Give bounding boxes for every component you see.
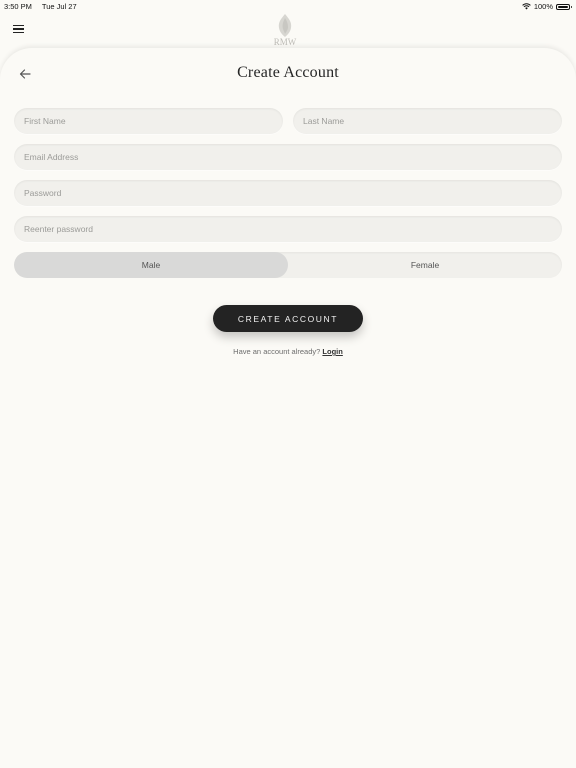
menu-button[interactable]	[13, 22, 29, 36]
status-date: Tue Jul 27	[41, 2, 77, 11]
wifi-icon	[522, 3, 531, 10]
status-left: 3:50 PM Tue Jul 27	[4, 2, 85, 11]
page-title: Create Account	[237, 64, 339, 81]
gender-toggle: Male Female	[14, 252, 562, 278]
logo-text: RMW	[274, 37, 297, 47]
status-time: 3:50 PM	[4, 2, 32, 11]
email-input[interactable]	[14, 144, 562, 170]
first-name-input[interactable]	[14, 108, 283, 134]
hamburger-icon	[13, 24, 24, 27]
login-prompt: Have an account already?	[233, 347, 321, 356]
create-account-button[interactable]: CREATE ACCOUNT	[213, 305, 363, 332]
rmw-logo: RMW	[274, 14, 297, 47]
status-right: 100%	[522, 2, 572, 11]
gender-option-female[interactable]: Female	[288, 252, 562, 278]
battery-percent: 100%	[533, 2, 553, 11]
reenter-password-input[interactable]	[14, 216, 562, 242]
login-link[interactable]: Login	[322, 347, 342, 356]
login-row: Have an account already? Login	[0, 347, 576, 356]
gender-option-male[interactable]: Male	[14, 252, 288, 278]
password-input[interactable]	[14, 180, 562, 206]
status-bar: 3:50 PM Tue Jul 27 100%	[0, 0, 576, 12]
battery-icon	[556, 3, 572, 10]
last-name-input[interactable]	[293, 108, 562, 134]
